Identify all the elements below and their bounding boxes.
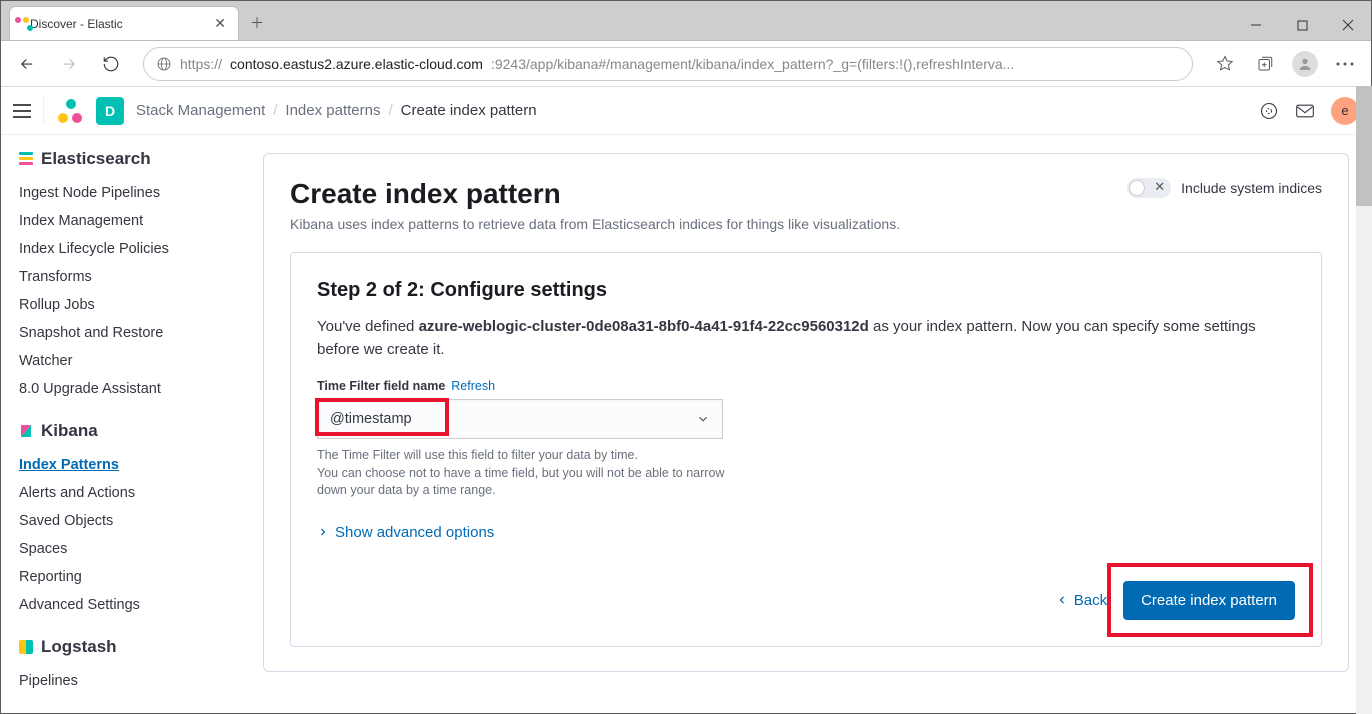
app-header: D Stack Management / Index patterns / Cr… xyxy=(1,87,1371,135)
nav-forward-button xyxy=(51,46,87,82)
mail-icon[interactable] xyxy=(1295,103,1315,119)
refresh-link[interactable]: Refresh xyxy=(451,379,495,393)
elasticsearch-icon xyxy=(19,152,33,166)
url-path: :9243/app/kibana#/management/kibana/inde… xyxy=(491,56,1014,72)
sidebar-item[interactable]: Rollup Jobs xyxy=(19,291,223,319)
back-button[interactable]: Back xyxy=(1056,592,1107,609)
menu-icon[interactable] xyxy=(13,104,31,118)
url-scheme: https:// xyxy=(180,56,222,72)
time-filter-select[interactable]: @timestamp xyxy=(317,399,723,439)
sidebar-item[interactable]: Saved Objects xyxy=(19,507,223,535)
sidebar-item[interactable]: Spaces xyxy=(19,535,223,563)
tab-title: Discover - Elastic xyxy=(30,17,206,31)
browser-titlebar: Discover - Elastic ✕ ＋ xyxy=(1,1,1371,41)
step-description: You've defined azure-weblogic-cluster-0d… xyxy=(317,316,1295,361)
elastic-logo[interactable] xyxy=(56,97,84,125)
chevron-down-icon xyxy=(696,412,710,426)
sidebar-item[interactable]: Reporting xyxy=(19,563,223,591)
main-panel: Create index pattern Kibana uses index p… xyxy=(241,135,1371,713)
user-avatar[interactable]: e xyxy=(1331,97,1359,125)
url-host: contoso.eastus2.azure.elastic-cloud.com xyxy=(230,56,483,72)
sidebar-item[interactable]: 8.0 Upgrade Assistant xyxy=(19,375,223,403)
sidebar-item[interactable]: Transforms xyxy=(19,263,223,291)
feedback-icon[interactable] xyxy=(1259,101,1279,121)
sidebar-item[interactable]: Snapshot and Restore xyxy=(19,319,223,347)
breadcrumb-item[interactable]: Index patterns xyxy=(285,102,380,119)
browser-address-bar: https:// contoso.eastus2.azure.elastic-cl… xyxy=(1,41,1371,87)
kibana-icon xyxy=(19,424,33,438)
sidebar: Elasticsearch Ingest Node PipelinesIndex… xyxy=(1,135,241,713)
sidebar-item[interactable]: Watcher xyxy=(19,347,223,375)
favorites-icon[interactable] xyxy=(1207,46,1243,82)
sidebar-item[interactable]: Index Patterns xyxy=(19,451,223,479)
page-title: Create index pattern xyxy=(290,178,900,210)
browser-tab[interactable]: Discover - Elastic ✕ xyxy=(9,6,239,40)
sidebar-item[interactable]: Pipelines xyxy=(19,667,223,695)
select-value: @timestamp xyxy=(330,411,412,427)
window-close[interactable] xyxy=(1325,10,1371,40)
logstash-icon xyxy=(19,640,33,654)
sidebar-section-elasticsearch: Elasticsearch xyxy=(19,149,223,169)
sidebar-item[interactable]: Alerts and Actions xyxy=(19,479,223,507)
create-index-pattern-button[interactable]: Create index pattern xyxy=(1123,581,1295,620)
space-badge[interactable]: D xyxy=(96,97,124,125)
scrollbar[interactable] xyxy=(1356,86,1372,714)
sidebar-item[interactable]: Index Management xyxy=(19,207,223,235)
breadcrumb-current: Create index pattern xyxy=(401,102,537,119)
window-minimize[interactable] xyxy=(1233,10,1279,40)
toggle-label: Include system indices xyxy=(1181,180,1322,196)
help-text-2: You can choose not to have a time field,… xyxy=(317,465,737,500)
time-filter-label: Time Filter field name Refresh xyxy=(317,379,1295,393)
new-tab-button[interactable]: ＋ xyxy=(243,9,271,37)
globe-icon xyxy=(156,56,172,72)
step-title: Step 2 of 2: Configure settings xyxy=(317,279,1295,302)
nav-back-button[interactable] xyxy=(9,46,45,82)
more-icon[interactable] xyxy=(1327,46,1363,82)
collections-icon[interactable] xyxy=(1247,46,1283,82)
sidebar-section-logstash: Logstash xyxy=(19,637,223,657)
help-text-1: The Time Filter will use this field to f… xyxy=(317,447,737,465)
page-subtitle: Kibana uses index patterns to retrieve d… xyxy=(290,216,900,232)
close-tab-icon[interactable]: ✕ xyxy=(214,15,226,32)
show-advanced-link[interactable]: Show advanced options xyxy=(317,524,1295,541)
breadcrumb-item[interactable]: Stack Management xyxy=(136,102,265,119)
profile-icon[interactable] xyxy=(1287,46,1323,82)
sidebar-section-kibana: Kibana xyxy=(19,421,223,441)
sidebar-item[interactable]: Ingest Node Pipelines xyxy=(19,179,223,207)
url-bar[interactable]: https:// contoso.eastus2.azure.elastic-cl… xyxy=(143,47,1193,81)
window-maximize[interactable] xyxy=(1279,10,1325,40)
sidebar-item[interactable]: Index Lifecycle Policies xyxy=(19,235,223,263)
breadcrumbs: Stack Management / Index patterns / Crea… xyxy=(136,102,537,119)
nav-refresh-button[interactable] xyxy=(93,46,129,82)
sidebar-item[interactable]: Advanced Settings xyxy=(19,591,223,619)
include-system-toggle[interactable]: ✕ xyxy=(1127,178,1171,198)
